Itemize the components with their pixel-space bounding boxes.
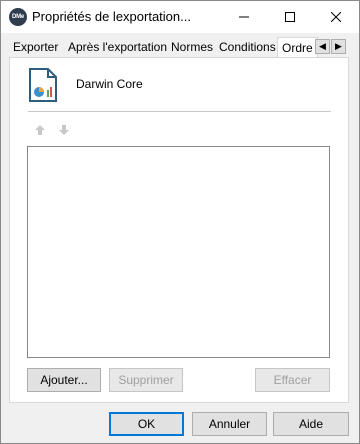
order-listbox[interactable] bbox=[27, 146, 330, 358]
export-profile-name: Darwin Core bbox=[76, 77, 143, 91]
tab-ordre[interactable]: Ordre bbox=[277, 37, 318, 58]
close-button[interactable] bbox=[313, 1, 359, 33]
document-chart-icon bbox=[29, 68, 57, 102]
tab-strip: Exporter Après l'exportation Normes Cond… bbox=[1, 37, 359, 58]
divider bbox=[28, 111, 331, 112]
remove-button[interactable]: Supprimer bbox=[109, 368, 183, 392]
app-icon: DMe bbox=[9, 8, 27, 26]
tab-panel-ordre: Darwin Core Ajouter... Supprimer Effacer bbox=[9, 57, 349, 403]
tab-scroll-right-button[interactable]: ▶ bbox=[331, 39, 346, 54]
help-button[interactable]: Aide bbox=[273, 412, 349, 436]
add-button[interactable]: Ajouter... bbox=[27, 368, 101, 392]
clear-button[interactable]: Effacer bbox=[255, 368, 330, 392]
chevron-left-icon: ◀ bbox=[319, 41, 326, 51]
tab-exporter[interactable]: Exporter bbox=[9, 37, 62, 57]
move-up-button[interactable] bbox=[32, 122, 48, 138]
arrow-down-icon bbox=[59, 125, 69, 135]
minimize-button[interactable] bbox=[221, 1, 267, 33]
cancel-button[interactable]: Annuler bbox=[192, 412, 267, 436]
maximize-icon bbox=[285, 12, 295, 22]
tab-normes[interactable]: Normes bbox=[167, 37, 217, 57]
window-title: Propriétés de lexportation... bbox=[32, 9, 191, 24]
chevron-right-icon: ▶ bbox=[335, 41, 342, 51]
title-bar[interactable]: DMe Propriétés de lexportation... bbox=[1, 1, 359, 33]
tab-apres-exportation[interactable]: Après l'exportation bbox=[64, 37, 171, 57]
ok-button[interactable]: OK bbox=[109, 412, 184, 436]
tab-conditions[interactable]: Conditions bbox=[215, 37, 280, 57]
export-properties-dialog: DMe Propriétés de lexportation... Export… bbox=[0, 0, 360, 444]
move-down-button[interactable] bbox=[56, 122, 72, 138]
arrow-up-icon bbox=[35, 125, 45, 135]
tab-scroll-left-button[interactable]: ◀ bbox=[315, 39, 330, 54]
minimize-icon bbox=[239, 16, 249, 18]
maximize-button[interactable] bbox=[267, 1, 313, 33]
close-icon bbox=[331, 12, 341, 22]
